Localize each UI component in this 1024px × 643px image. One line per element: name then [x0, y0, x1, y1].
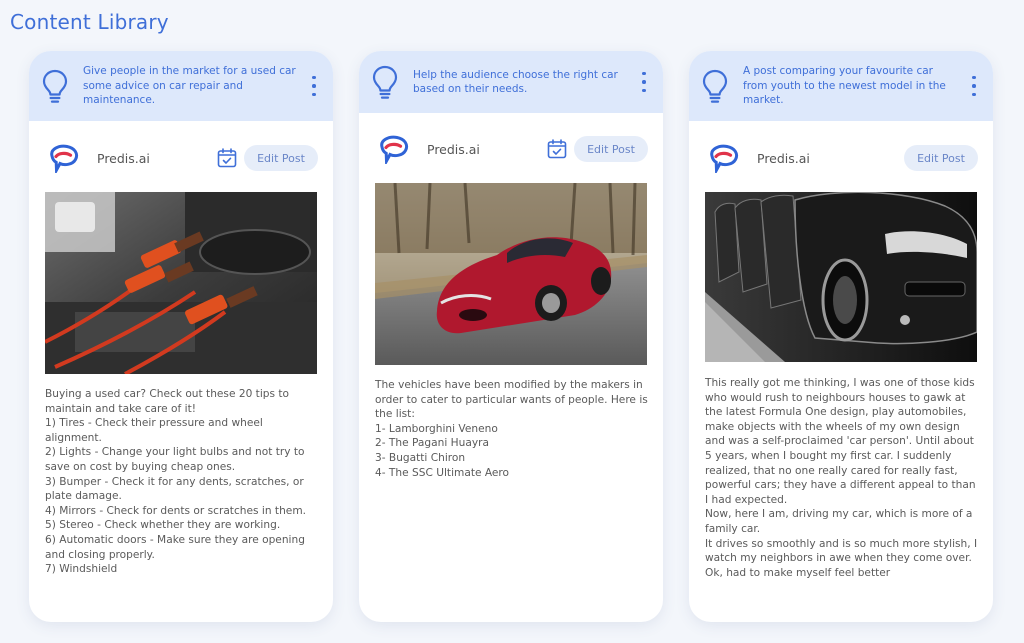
post-image-black-cars	[705, 192, 977, 362]
brand-name: Predis.ai	[427, 141, 480, 157]
post-brand-row: Predis.ai Edit Post	[359, 126, 663, 172]
predis-logo	[50, 144, 79, 173]
calendar-check-icon[interactable]	[547, 139, 567, 159]
edit-post-button[interactable]: Edit Post	[574, 136, 648, 162]
more-vertical-icon[interactable]	[639, 71, 649, 93]
card-prompt-text: A post comparing your favourite car from…	[743, 65, 946, 107]
post-brand-row: Predis.ai Edit Post	[689, 135, 993, 181]
brand-name: Predis.ai	[757, 150, 810, 166]
content-card-3[interactable]: A post comparing your favourite car from…	[689, 51, 993, 622]
lightbulb-icon	[42, 69, 68, 103]
content-card-2[interactable]: Help the audience choose the right car b…	[359, 51, 663, 622]
card-prompt-header: A post comparing your favourite car from…	[689, 51, 993, 121]
predis-logo	[710, 144, 739, 173]
card-prompt-header: Help the audience choose the right car b…	[359, 51, 663, 113]
more-vertical-icon[interactable]	[309, 75, 319, 97]
card-prompt-text: Give people in the market for a used car…	[83, 65, 296, 107]
brand-name: Predis.ai	[97, 150, 150, 166]
card-prompt-text: Help the audience choose the right car b…	[413, 68, 618, 96]
post-body-text: This really got me thinking, I was one o…	[705, 377, 978, 579]
edit-post-button[interactable]: Edit Post	[244, 145, 318, 171]
post-image-red-car	[375, 183, 647, 365]
card-prompt-header: Give people in the market for a used car…	[29, 51, 333, 121]
post-image-battery	[45, 192, 317, 374]
post-body-text: Buying a used car? Check out these 20 ti…	[45, 388, 307, 576]
content-card-1[interactable]: Give people in the market for a used car…	[29, 51, 333, 622]
more-vertical-icon[interactable]	[969, 75, 979, 97]
calendar-check-icon[interactable]	[217, 148, 237, 168]
predis-logo	[380, 135, 409, 164]
post-brand-row: Predis.ai Edit Post	[29, 135, 333, 181]
lightbulb-icon	[372, 65, 398, 99]
lightbulb-icon	[702, 69, 728, 103]
edit-post-button[interactable]: Edit Post	[904, 145, 978, 171]
post-body-text: The vehicles have been modified by the m…	[375, 379, 648, 479]
page-title: Content Library	[10, 10, 169, 34]
